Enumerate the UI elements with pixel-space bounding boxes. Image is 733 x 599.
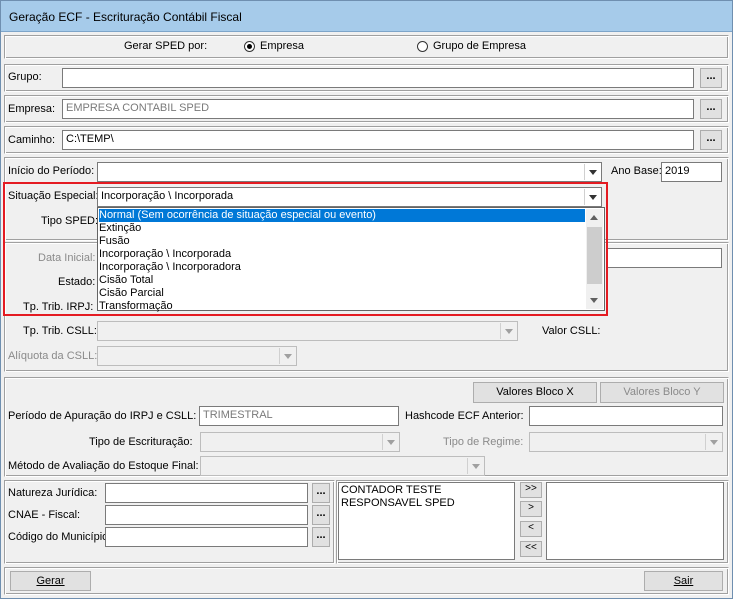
cnae-browse-button[interactable]: ...: [312, 505, 330, 525]
aliquota-csll-label: Alíquota da CSLL:: [8, 350, 98, 362]
grupo-browse-button[interactable]: ...: [700, 68, 722, 88]
radio-empresa[interactable]: [244, 41, 255, 52]
tipo-regime-label: Tipo de Regime:: [443, 436, 524, 448]
gerar-por-label: Gerar SPED por:: [124, 40, 208, 52]
valores-bloco-y-button[interactable]: Valores Bloco Y: [600, 382, 724, 403]
move-left-button[interactable]: <: [520, 521, 542, 537]
signatarios-available-list[interactable]: CONTADOR TESTE RESPONSAVEL SPED: [338, 482, 515, 560]
scroll-up-icon[interactable]: [586, 209, 603, 226]
data-inicial-input[interactable]: [606, 248, 722, 268]
radio-empresa-label[interactable]: Empresa: [260, 40, 304, 52]
periodo-apuracao-label: Período de Apuração do IRPJ e CSLL:: [8, 410, 197, 422]
list-item[interactable]: RESPONSAVEL SPED: [341, 497, 455, 509]
situacao-dropdown-icon[interactable]: [584, 189, 600, 205]
sair-button[interactable]: Sair: [644, 571, 723, 591]
radio-grupo-empresa-label[interactable]: Grupo de Empresa: [433, 40, 526, 52]
signatarios-selected-list[interactable]: [546, 482, 724, 560]
aliquota-csll-combo[interactable]: [97, 346, 297, 366]
dropdown-option[interactable]: Incorporação \ Incorporada: [99, 248, 585, 261]
tp-trib-csll-combo[interactable]: [97, 321, 518, 341]
dropdown-option[interactable]: Extinção: [99, 222, 585, 235]
list-item[interactable]: CONTADOR TESTE: [341, 484, 441, 496]
data-inicial-label: Data Inicial:: [38, 252, 96, 264]
tp-trib-csll-dropdown-icon[interactable]: [500, 323, 516, 339]
tipo-sped-label: Tipo SPED:: [41, 215, 99, 227]
hashcode-input[interactable]: [529, 406, 723, 426]
municipio-browse-button[interactable]: ...: [312, 527, 330, 547]
grupo-input[interactable]: [62, 68, 694, 88]
move-right-button[interactable]: >: [520, 501, 542, 517]
scroll-thumb[interactable]: [587, 227, 602, 284]
window-title: Geração ECF - Escrituração Contábil Fisc…: [9, 10, 242, 24]
metodo-estoque-label: Método de Avaliação do Estoque Final:: [8, 460, 199, 472]
footer-panel: [4, 567, 729, 595]
periodo-combo[interactable]: [97, 162, 602, 182]
ano-base-input[interactable]: 2019: [661, 162, 722, 182]
aliquota-csll-dropdown-icon[interactable]: [279, 348, 295, 364]
metodo-estoque-dropdown-icon[interactable]: [467, 458, 483, 474]
sair-button-label: Sair: [673, 575, 694, 587]
cnae-input[interactable]: [105, 505, 308, 525]
tipo-regime-combo[interactable]: [529, 432, 723, 452]
situacao-dropdown-list[interactable]: Normal (Sem ocorrência de situação espec…: [97, 207, 605, 313]
caminho-browse-button[interactable]: ...: [700, 130, 722, 150]
periodo-apuracao-input[interactable]: TRIMESTRAL: [199, 406, 399, 426]
dropdown-option[interactable]: Cisão Total: [99, 274, 585, 287]
empresa-input[interactable]: EMPRESA CONTABIL SPED: [62, 99, 694, 119]
cnae-label: CNAE - Fiscal:: [8, 509, 81, 521]
gerar-button[interactable]: Gerar: [10, 571, 91, 591]
radio-grupo-empresa[interactable]: [417, 41, 428, 52]
natureza-input[interactable]: [105, 483, 308, 503]
valores-bloco-x-button[interactable]: Valores Bloco X: [473, 382, 597, 403]
ano-base-label: Ano Base:: [611, 165, 662, 177]
empresa-label: Empresa:: [8, 103, 56, 115]
dropdown-option[interactable]: Incorporação \ Incorporadora: [99, 261, 585, 274]
situacao-combo[interactable]: Incorporação \ Incorporada: [97, 187, 602, 207]
gerar-por-panel: [4, 35, 729, 59]
tipo-escrituracao-combo[interactable]: [200, 432, 400, 452]
grupo-label: Grupo:: [8, 71, 42, 83]
natureza-browse-button[interactable]: ...: [312, 483, 330, 503]
tipo-escrituracao-label: Tipo de Escrituração:: [89, 436, 193, 448]
hashcode-label: Hashcode ECF Anterior:: [405, 410, 524, 422]
tipo-regime-dropdown-icon[interactable]: [705, 434, 721, 450]
dropdown-scrollbar[interactable]: [586, 209, 603, 309]
estado-label: Estado:: [58, 276, 96, 288]
natureza-label: Natureza Jurídica:: [8, 487, 98, 499]
caminho-input[interactable]: C:\TEMP\: [62, 130, 694, 150]
scroll-down-icon[interactable]: [586, 292, 603, 309]
situacao-value: Incorporação \ Incorporada: [101, 190, 234, 202]
move-all-left-button[interactable]: <<: [520, 541, 542, 557]
periodo-label: Início do Período:: [8, 165, 95, 177]
ecf-window: Geração ECF - Escrituração Contábil Fisc…: [0, 0, 733, 599]
situacao-label: Situação Especial:: [8, 190, 99, 202]
tp-trib-csll-label: Tp. Trib. CSLL:: [23, 325, 97, 337]
dropdown-option[interactable]: Transformação: [99, 300, 585, 313]
dropdown-option[interactable]: Fusão: [99, 235, 585, 248]
dropdown-option[interactable]: Cisão Parcial: [99, 287, 585, 300]
caminho-label: Caminho:: [8, 134, 56, 146]
gerar-button-label: Gerar: [36, 575, 65, 587]
tipo-escrituracao-dropdown-icon[interactable]: [382, 434, 398, 450]
municipio-input[interactable]: [105, 527, 308, 547]
move-all-right-button[interactable]: >>: [520, 482, 542, 498]
dropdown-option[interactable]: Normal (Sem ocorrência de situação espec…: [99, 209, 585, 222]
empresa-browse-button[interactable]: ...: [700, 99, 722, 119]
metodo-estoque-combo[interactable]: [200, 456, 485, 476]
valor-csll-label: Valor CSLL:: [542, 325, 601, 337]
periodo-dropdown-icon[interactable]: [584, 164, 600, 180]
municipio-label: Código do Município:: [8, 531, 112, 543]
title-bar: Geração ECF - Escrituração Contábil Fisc…: [1, 1, 732, 32]
tp-trib-irpj-label: Tp. Trib. IRPJ:: [23, 301, 94, 313]
